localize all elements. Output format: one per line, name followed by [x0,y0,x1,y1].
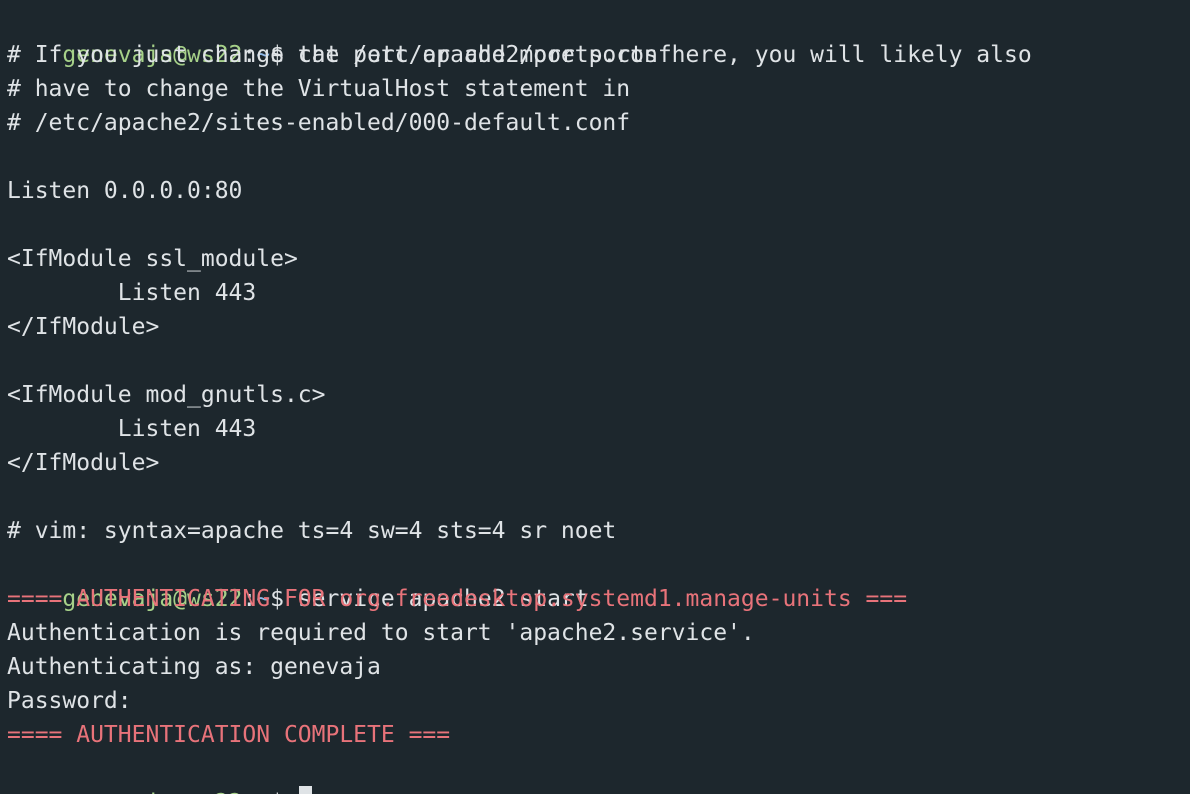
output-line: Authenticating as: genevaja [7,654,381,680]
password-prompt: Password: [7,688,132,714]
output-line: Listen 0.0.0.0:80 [7,178,243,204]
output-line: Authentication is required to start 'apa… [7,620,755,646]
output-line: # vim: syntax=apache ts=4 sw=4 sts=4 sr … [7,518,617,544]
terminal-prompt-line: genevaja@ws22:~$ service apache2 start [7,548,588,612]
output-line: # If you just change the port or add mor… [7,42,1032,68]
command-text [284,790,298,794]
output-line: Listen 443 [7,280,257,306]
prompt-colon: : [242,790,256,794]
prompt-user-host: genevaja@ws22 [62,790,242,794]
output-line: # /etc/apache2/sites-enabled/000-default… [7,110,631,136]
auth-banner: ==== AUTHENTICATION COMPLETE === [7,722,451,748]
prompt-path: ~ [256,790,270,794]
output-line: </IfModule> [7,314,160,340]
terminal-prompt-line: genevaja@ws22:~$ cat /etc/apache2/ports.… [7,4,671,68]
text-cursor[interactable] [298,786,312,794]
output-line: # have to change the VirtualHost stateme… [7,76,631,102]
output-line: <IfModule ssl_module> [7,246,298,272]
output-line: <IfModule mod_gnutls.c> [7,382,326,408]
prompt-dollar: $ [270,790,284,794]
terminal-window[interactable]: genevaja@ws22:~$ cat /etc/apache2/ports.… [0,0,1190,794]
auth-banner: ==== AUTHENTICATING FOR org.freedesktop.… [7,586,908,612]
output-line: </IfModule> [7,450,160,476]
output-line: Listen 443 [7,416,257,442]
terminal-prompt-line[interactable]: genevaja@ws22:~$ [7,752,312,794]
